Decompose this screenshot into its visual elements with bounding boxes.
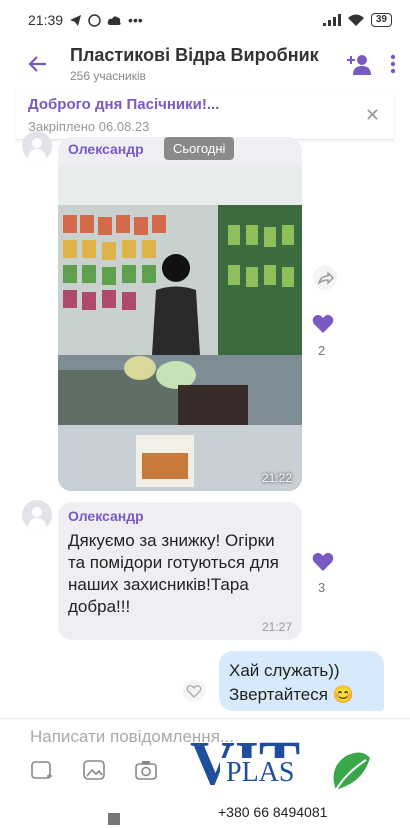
vitplas-logo: VIT PLAS — [190, 730, 370, 798]
clock: 21:39 — [28, 12, 64, 28]
date-chip: Сьогодні — [164, 137, 235, 160]
pinned-date: Закріплено 06.08.23 — [28, 119, 150, 134]
like-count: 3 — [318, 580, 326, 595]
nav-recents-button[interactable] — [108, 813, 120, 825]
avatar[interactable] — [22, 131, 52, 161]
status-right: 39 — [322, 13, 392, 27]
message-photo[interactable]: 21:22 — [58, 165, 302, 491]
sender-name[interactable]: Олександр — [68, 508, 292, 524]
status-bar: 21:39 ••• 39 — [0, 0, 410, 40]
avatar[interactable] — [22, 500, 52, 530]
message-time: 21:22 — [261, 471, 292, 485]
chat-subtitle: 256 учасників — [70, 69, 146, 83]
pinned-title: Доброго дня Пасічники!... — [28, 96, 220, 113]
sender-name[interactable]: Олександр — [68, 141, 144, 157]
heart-icon[interactable] — [312, 552, 334, 572]
header-titles[interactable]: Пластикові Відра Виробник 256 учасників — [70, 45, 346, 83]
status-left: 21:39 ••• — [28, 12, 143, 28]
back-arrow-icon[interactable] — [26, 52, 50, 76]
wifi-icon — [347, 14, 364, 26]
more-vertical-icon[interactable] — [390, 54, 396, 74]
telegram-icon — [70, 14, 82, 26]
battery-icon: 39 — [370, 13, 392, 27]
message-time: 21:27 — [261, 620, 292, 634]
gallery-icon[interactable] — [82, 759, 106, 781]
pinned-message[interactable]: Доброго дня Пасічники!... Закріплено 06.… — [16, 90, 394, 140]
camera-icon[interactable] — [134, 759, 158, 781]
text-message-bubble[interactable]: Олександр Дякуємо за знижку! Огірки та п… — [58, 502, 302, 640]
heart-outline-icon[interactable] — [182, 680, 206, 702]
like-count: 2 — [318, 343, 326, 358]
viber-icon — [88, 13, 101, 27]
chat-header: Пластикові Відра Виробник 256 учасників — [0, 40, 410, 88]
more-dots-icon: ••• — [128, 12, 143, 28]
add-member-icon[interactable] — [346, 51, 372, 77]
outgoing-message-bubble[interactable]: Хай служать)) Звертайтеся 😊 — [219, 651, 384, 711]
logo-brand-sub: PLAS — [226, 757, 294, 788]
signal-icon — [322, 14, 341, 26]
logo-phone: +380 66 8494081 — [218, 804, 328, 820]
close-icon[interactable]: ✕ — [365, 105, 380, 126]
cloud-icon — [107, 15, 121, 25]
heart-icon[interactable] — [312, 314, 334, 334]
composer-icons — [30, 759, 158, 781]
chat-title: Пластикові Відра Виробник — [70, 45, 319, 65]
share-icon[interactable] — [312, 265, 338, 291]
sticker-icon[interactable] — [30, 759, 54, 781]
shop-photo-image — [58, 165, 302, 491]
message-text: Хай служать)) Звертайтеся 😊 — [229, 661, 354, 704]
message-text: Дякуємо за знижку! Огірки та помідори го… — [68, 531, 279, 616]
